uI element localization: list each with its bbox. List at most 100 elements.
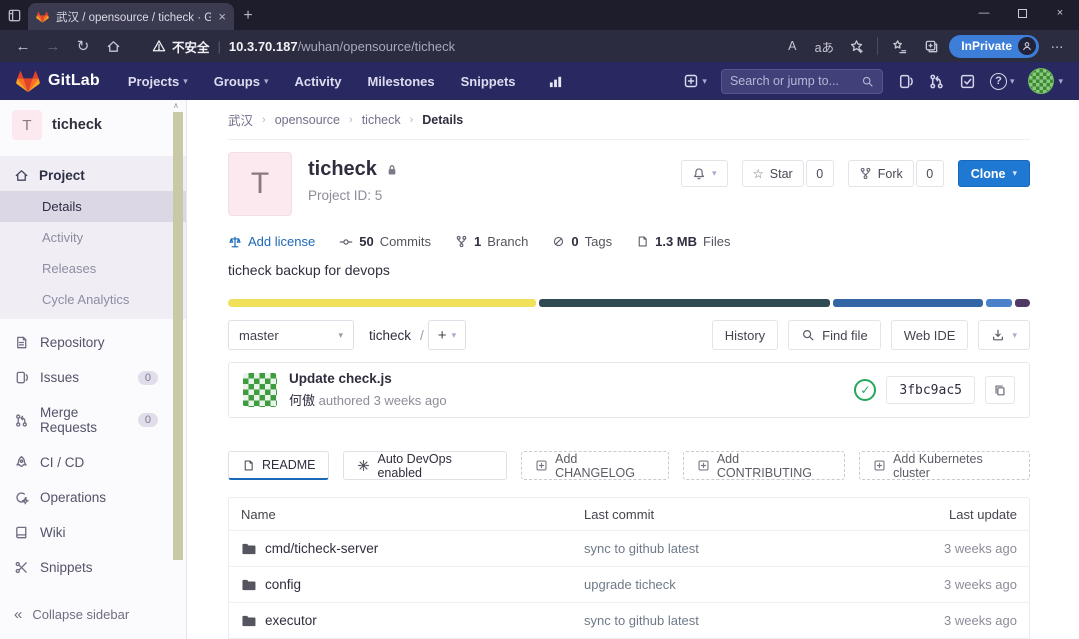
collapse-sidebar-button[interactable]: « Collapse sidebar: [0, 598, 143, 631]
file-name-link[interactable]: config: [265, 577, 301, 592]
url-bar[interactable]: 不安全 | 10.3.70.187/wuhan/opensource/tiche…: [152, 37, 778, 56]
refresh-button[interactable]: ↻: [68, 32, 98, 60]
chevron-down-icon: ▾: [712, 168, 717, 179]
add-kubernetes-button[interactable]: Add Kubernetes cluster: [859, 451, 1030, 480]
new-menu-button[interactable]: ▾: [683, 73, 707, 89]
table-row[interactable]: config upgrade ticheck 3 weeks ago: [229, 567, 1029, 603]
repo-path-root[interactable]: ticheck: [369, 328, 411, 343]
new-tab-button[interactable]: +: [234, 2, 262, 30]
file-name-link[interactable]: cmd/ticheck-server: [265, 541, 378, 556]
translate-icon[interactable]: aあ: [810, 33, 838, 59]
table-row[interactable]: executor sync to github latest 3 weeks a…: [229, 603, 1029, 639]
table-row[interactable]: cmd/ticheck-server sync to github latest…: [229, 531, 1029, 567]
sidebar-item-cicd[interactable]: CI / CD: [0, 445, 186, 480]
language-bar[interactable]: [228, 299, 1030, 307]
add-license-link[interactable]: Add license: [228, 234, 315, 249]
maximize-button[interactable]: [1003, 0, 1041, 26]
commit-sha-button[interactable]: 3fbc9ac5: [886, 376, 975, 404]
scroll-up-icon[interactable]: ∧: [173, 101, 179, 110]
sidebar-item-issues[interactable]: Issues 0: [0, 360, 186, 395]
more-options-icon[interactable]: ⋯: [1043, 33, 1071, 59]
commit-message-link[interactable]: sync to github latest: [584, 541, 877, 556]
sidebar-item-activity[interactable]: Activity: [0, 222, 186, 253]
nav-projects[interactable]: Projects▾: [128, 74, 188, 89]
commits-stat[interactable]: 50Commits: [339, 234, 431, 249]
sidebar-item-details[interactable]: Details: [0, 191, 186, 222]
nav-activity[interactable]: Activity: [294, 74, 341, 89]
merge-requests-icon[interactable]: [928, 73, 945, 90]
search-box[interactable]: [721, 69, 883, 94]
tab-actions-icon[interactable]: [0, 0, 28, 30]
commits-icon: [339, 235, 353, 249]
browser-tab[interactable]: 武汉 / opensource / ticheck · Git ×: [28, 3, 234, 30]
sidebar-item-snippets[interactable]: Snippets: [0, 550, 186, 585]
commit-message-link[interactable]: sync to github latest: [584, 613, 877, 628]
star-icon: ☆: [753, 166, 764, 181]
add-changelog-button[interactable]: Add CHANGELOG: [521, 451, 669, 480]
branches-stat[interactable]: 1Branch: [455, 234, 528, 249]
history-button[interactable]: History: [712, 320, 778, 350]
fork-button[interactable]: Fork: [848, 160, 914, 187]
home-button[interactable]: [98, 32, 128, 60]
security-indicator[interactable]: 不安全: [152, 37, 210, 56]
forward-button[interactable]: →: [38, 32, 68, 60]
web-ide-button[interactable]: Web IDE: [891, 320, 969, 350]
search-input[interactable]: [730, 74, 855, 88]
sidebar-project-context[interactable]: T ticheck: [0, 100, 186, 148]
commit-author[interactable]: 何傲: [289, 393, 315, 408]
nav-groups[interactable]: Groups▾: [214, 74, 269, 89]
charts-icon[interactable]: [548, 74, 563, 89]
pipeline-passed-icon[interactable]: ✓: [854, 379, 876, 401]
add-favorite-icon[interactable]: [842, 33, 870, 59]
close-button[interactable]: ×: [1041, 0, 1079, 26]
gitlab-brand: GitLab: [48, 72, 100, 90]
commit-title-link[interactable]: Update check.js: [289, 371, 447, 386]
auto-devops-button[interactable]: Auto DevOps enabled: [343, 451, 507, 480]
sidebar-scrollbar[interactable]: ∧: [172, 100, 184, 639]
user-menu[interactable]: ▾: [1028, 68, 1063, 94]
fork-count[interactable]: 0: [916, 160, 944, 187]
sidebar-item-operations[interactable]: Operations: [0, 480, 186, 515]
star-count[interactable]: 0: [806, 160, 834, 187]
favorites-bar-icon[interactable]: [885, 33, 913, 59]
clone-button[interactable]: Clone ▾: [958, 160, 1030, 187]
files-stat[interactable]: 1.3 MBFiles: [636, 234, 730, 249]
read-aloud-icon[interactable]: A: [778, 33, 806, 59]
gitlab-navbar: GitLab Projects▾ Groups▾ Activity Milest…: [0, 62, 1079, 100]
gitlab-logo[interactable]: GitLab: [16, 70, 100, 93]
add-file-button[interactable]: + ▾: [428, 320, 466, 350]
collections-icon[interactable]: [917, 33, 945, 59]
readme-button[interactable]: README: [228, 451, 329, 480]
tab-close-icon[interactable]: ×: [218, 9, 226, 24]
breadcrumb-project[interactable]: ticheck: [362, 113, 401, 127]
back-button[interactable]: ←: [8, 32, 38, 60]
sidebar-item-wiki[interactable]: Wiki: [0, 515, 186, 550]
download-button[interactable]: ▾: [978, 320, 1030, 350]
branch-selector[interactable]: master ▾: [228, 320, 354, 350]
rocket-icon: [14, 455, 29, 470]
file-name-link[interactable]: executor: [265, 613, 317, 628]
nav-snippets[interactable]: Snippets: [461, 74, 516, 89]
sidebar-item-repository[interactable]: Repository: [0, 325, 186, 360]
breadcrumb-subgroup[interactable]: opensource: [275, 113, 340, 127]
notifications-dropdown[interactable]: ▾: [681, 160, 728, 187]
inprivate-badge[interactable]: InPrivate: [949, 35, 1039, 58]
sidebar-item-cycle-analytics[interactable]: Cycle Analytics: [0, 284, 186, 315]
todos-icon[interactable]: [959, 73, 976, 90]
star-button[interactable]: ☆ Star: [742, 160, 804, 187]
sidebar-item-project[interactable]: Project: [0, 160, 186, 191]
sidebar-item-releases[interactable]: Releases: [0, 253, 186, 284]
sidebar-item-merge-requests[interactable]: Merge Requests 0: [0, 395, 186, 445]
commit-time: authored 3 weeks ago: [319, 393, 447, 408]
minimize-button[interactable]: —: [965, 0, 1003, 26]
add-contributing-button[interactable]: Add CONTRIBUTING: [683, 451, 845, 480]
help-menu[interactable]: ? ▾: [990, 73, 1015, 90]
scrollbar-thumb[interactable]: [173, 112, 183, 560]
find-file-button[interactable]: Find file: [788, 320, 881, 350]
breadcrumb-group[interactable]: 武汉: [228, 110, 253, 129]
issues-icon[interactable]: [897, 73, 914, 90]
tags-stat[interactable]: 0Tags: [552, 234, 612, 249]
copy-sha-button[interactable]: [985, 376, 1015, 404]
commit-message-link[interactable]: upgrade ticheck: [584, 577, 877, 592]
nav-milestones[interactable]: Milestones: [367, 74, 434, 89]
